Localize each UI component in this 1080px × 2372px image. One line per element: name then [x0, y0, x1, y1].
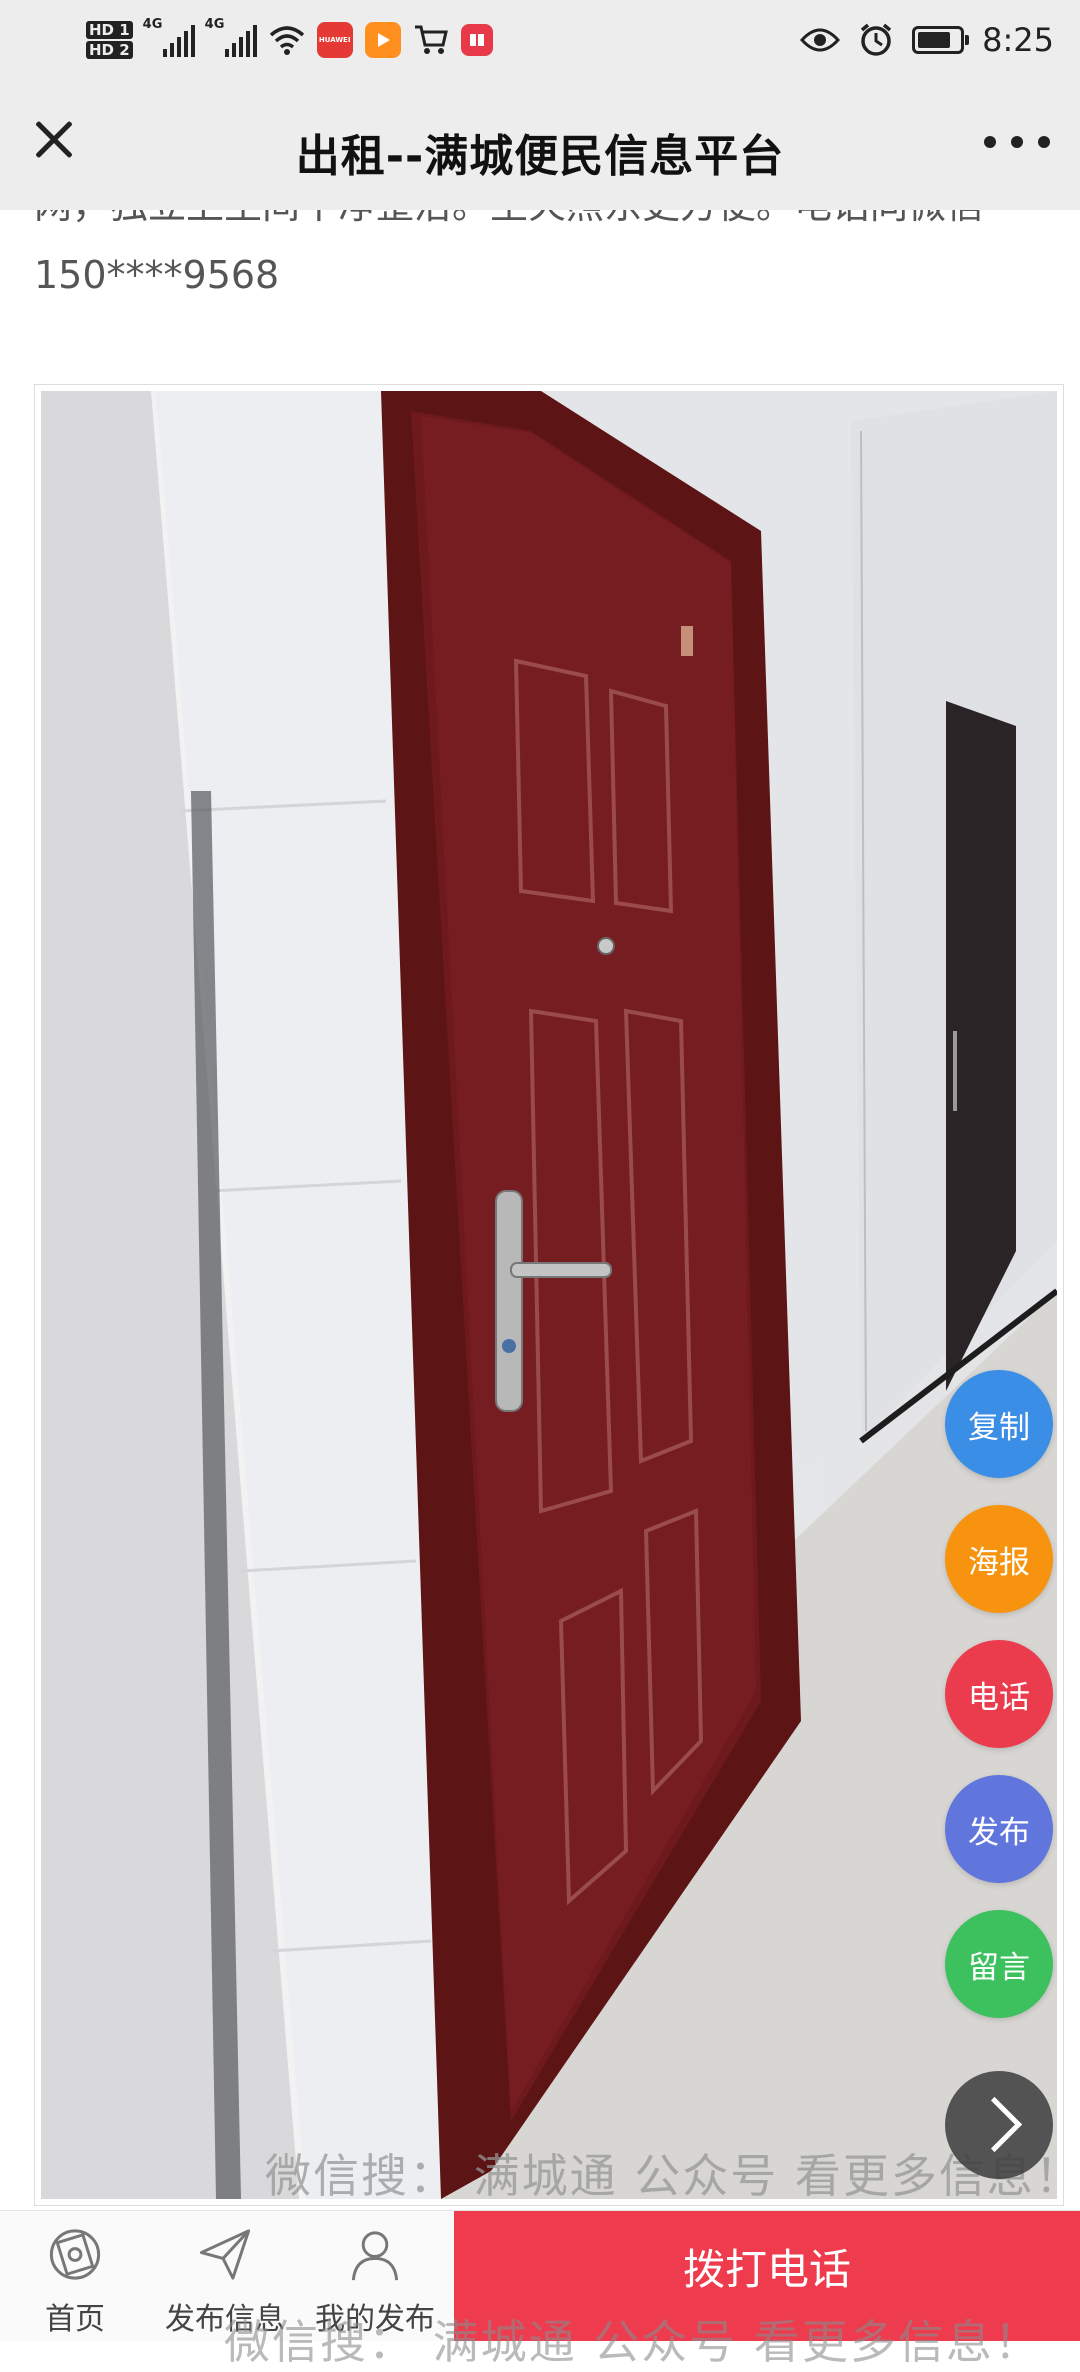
more-icon[interactable]	[984, 132, 1050, 152]
poster-button[interactable]: 海报	[945, 1505, 1053, 1613]
copy-button[interactable]: 复制	[945, 1370, 1053, 1478]
sim1-label: HD 1	[86, 21, 133, 39]
bottom-bar: 首页 发布信息 我的发布 拨打电话	[0, 2210, 1080, 2341]
home-icon	[49, 2229, 101, 2280]
sim2-label: HD 2	[86, 41, 133, 59]
wifi-icon	[269, 26, 304, 55]
copy-button-label: 复制	[968, 1409, 1030, 1446]
user-icon	[351, 2231, 399, 2281]
photo-watermark: 微信搜： 满城通 公众号 看更多信息！	[265, 2149, 1064, 2203]
call-button-label: 拨打电话	[682, 2244, 851, 2294]
listing-photo-frame: 微信搜： 满城通 公众号 看更多信息！	[34, 384, 1064, 2206]
net1-label: 4G	[142, 17, 163, 32]
status-time: 8:25	[982, 21, 1054, 59]
status-bar: HD 1 HD 2 4G 4G HUAWEI 8:25	[0, 0, 1080, 80]
send-icon	[199, 2229, 251, 2280]
alarm-icon	[861, 23, 892, 56]
video-app-icon	[364, 22, 401, 58]
publish-button[interactable]: 发布	[945, 1775, 1053, 1883]
message-button[interactable]: 留言	[945, 1910, 1053, 2018]
article-phone: 150****9568	[34, 253, 280, 297]
nav-publish-label: 发布信息	[165, 2302, 285, 2337]
call-button[interactable]: 拨打电话	[454, 2211, 1080, 2341]
net2-label: 4G	[204, 17, 225, 32]
nav-home-label: 首页	[45, 2302, 105, 2337]
listing-photo[interactable]: 微信搜： 满城通 公众号 看更多信息！	[41, 391, 1063, 2203]
poster-button-label: 海报	[968, 1544, 1030, 1581]
nav-home[interactable]: 首页	[0, 2223, 150, 2338]
battery-icon	[912, 26, 970, 54]
huawei-app-icon: HUAWEI	[316, 22, 353, 58]
nav-my-posts-label: 我的发布	[315, 2302, 435, 2337]
signal-2-icon: 4G	[205, 17, 257, 57]
signal-1-icon: 4G	[143, 17, 195, 57]
book-app-icon	[460, 24, 493, 56]
nav-my-posts[interactable]: 我的发布	[300, 2223, 450, 2338]
chevron-right-icon[interactable]	[945, 2071, 1053, 2179]
publish-button-label: 发布	[968, 1814, 1030, 1851]
eye-icon	[800, 28, 841, 52]
page-title: 出租--满城便民信息平台	[295, 131, 785, 182]
status-bar-left: HD 1 HD 2 4G 4G HUAWEI	[86, 10, 493, 70]
title-bar: 出租--满城便民信息平台	[0, 80, 1080, 210]
phone-button[interactable]: 电话	[945, 1640, 1053, 1748]
status-bar-right: 8:25	[800, 10, 1054, 70]
phone-button-label: 电话	[968, 1679, 1030, 1716]
message-button-label: 留言	[968, 1949, 1030, 1986]
nav-publish[interactable]: 发布信息	[150, 2223, 300, 2338]
cart-icon	[414, 25, 448, 54]
sim-indicators: HD 1 HD 2	[86, 21, 133, 59]
door-photo-illustration	[41, 391, 1057, 2199]
